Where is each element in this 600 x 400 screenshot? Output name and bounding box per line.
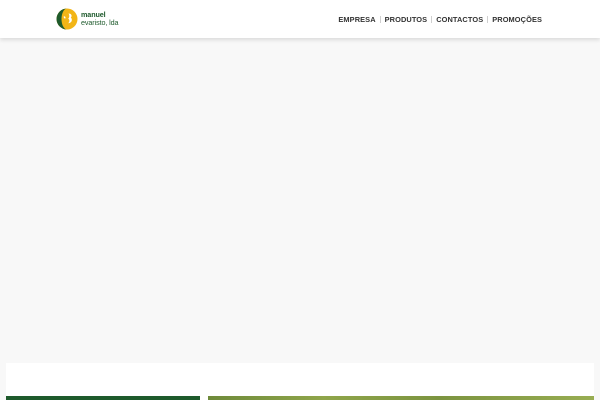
nav-link-empresa[interactable]: EMPRESA [338,15,375,24]
feature-panel-image[interactable] [208,396,594,400]
brand-name: manuel evaristo, lda [81,11,119,27]
site-header: manuel evaristo, lda EMPRESA PRODUTOS CO… [0,0,600,38]
nav-item-contactos: CONTACTOS [436,15,483,24]
hero-area [0,38,600,400]
nav-link-promocoes[interactable]: PROMOÇÕES [492,15,542,24]
content-strip [6,363,594,400]
brand-name-line2: evaristo, lda [81,18,119,27]
nav-separator [431,15,433,23]
nav-item-produtos: PRODUTOS [385,15,428,24]
main-nav: EMPRESA PRODUTOS CONTACTOS PROMOÇÕES [338,0,542,38]
nav-separator [379,15,381,23]
brand-logo[interactable]: manuel evaristo, lda [56,8,119,30]
nav-separator [487,15,489,23]
feature-panel-green[interactable] [6,396,200,400]
nav-item-promocoes: PROMOÇÕES [492,15,542,24]
nav-item-empresa: EMPRESA [338,15,375,24]
brand-logo-mark-icon [56,8,78,30]
nav-link-contactos[interactable]: CONTACTOS [436,15,483,24]
nav-link-produtos[interactable]: PRODUTOS [385,15,428,24]
